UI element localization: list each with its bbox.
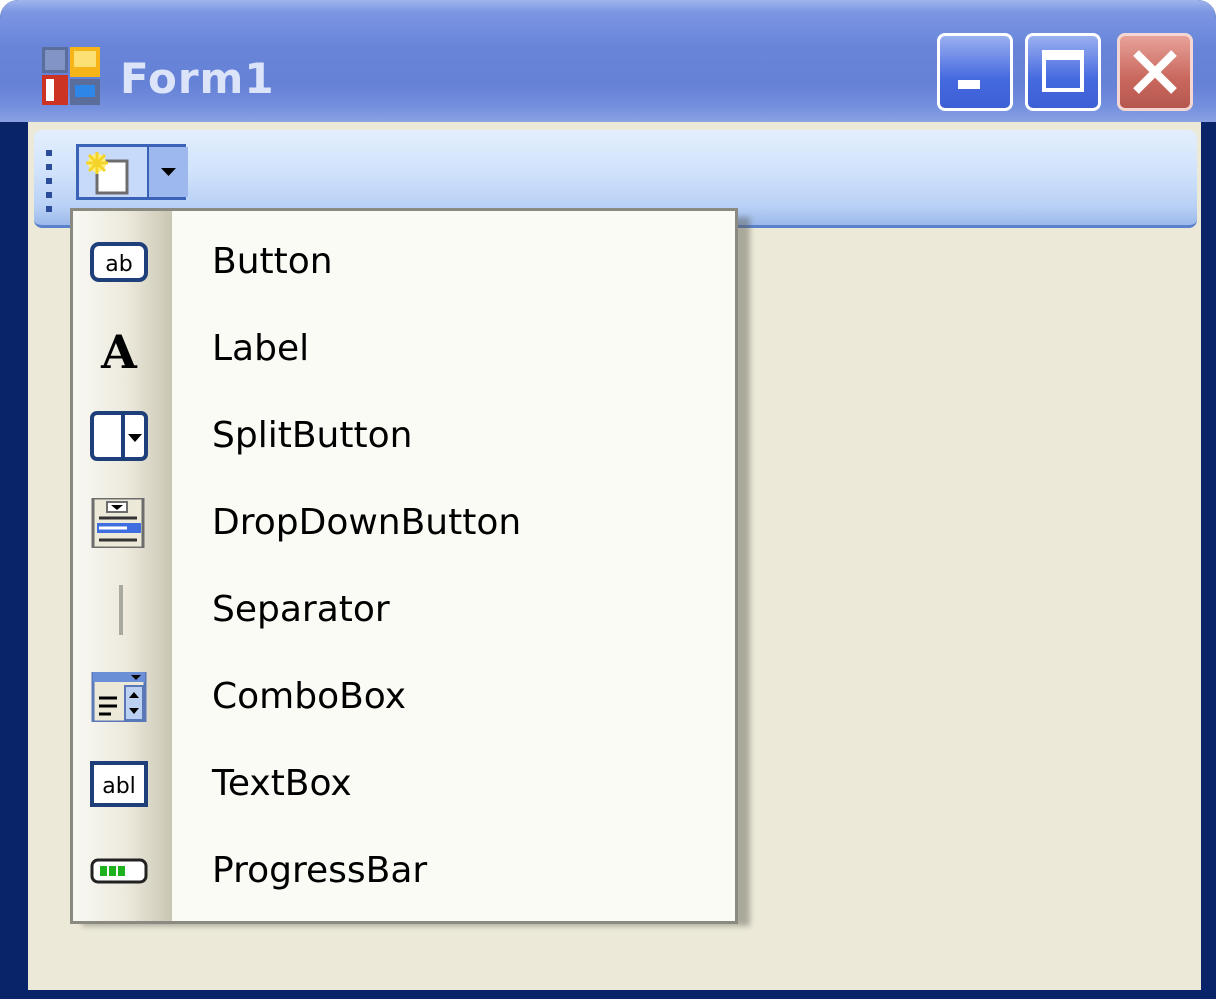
maximize-icon	[1042, 50, 1084, 92]
textbox-icon-glyph: abl	[102, 774, 136, 799]
window-title: Form1	[120, 54, 275, 103]
split-button-icon	[90, 411, 148, 461]
close-icon	[1133, 50, 1177, 94]
separator-icon	[119, 585, 123, 635]
menu-item-label: ComboBox	[212, 676, 407, 717]
menu-item-splitbutton[interactable]: SplitButton	[73, 393, 735, 479]
close-button[interactable]	[1117, 33, 1193, 111]
menu-item-label: TextBox	[212, 763, 352, 804]
menu-item-textbox[interactable]: abl TextBox	[73, 741, 735, 827]
menu-item-label: SplitButton	[212, 415, 413, 456]
menu-item-label: ProgressBar	[212, 850, 428, 891]
menu-item-label: DropDownButton	[212, 502, 522, 543]
toolstrip-grip[interactable]	[46, 150, 54, 212]
minimize-button[interactable]	[937, 33, 1013, 111]
add-toolstrip-item-dropdown[interactable]	[76, 144, 188, 200]
menu-item-label: Label	[212, 328, 310, 369]
menu-item-combobox[interactable]: ComboBox	[73, 654, 735, 740]
progressbar-icon	[90, 858, 148, 884]
chevron-down-icon	[161, 168, 176, 176]
menu-item-label: Button	[212, 241, 333, 282]
menu-item-label[interactable]: A Label	[73, 306, 735, 392]
title-bar[interactable]: Form1	[0, 0, 1216, 122]
form-app-icon	[42, 47, 100, 105]
label-icon: A	[100, 325, 138, 374]
dropdown-button-icon	[91, 498, 145, 548]
menu-item-separator[interactable]: Separator	[73, 567, 735, 653]
add-item-dropdown-menu: ab Button A Label SplitButton DropDownBu…	[70, 208, 738, 924]
combobox-icon	[91, 672, 147, 722]
menu-item-button[interactable]: ab Button	[73, 219, 735, 305]
menu-item-progressbar[interactable]: ProgressBar	[73, 828, 735, 914]
label-icon-glyph: A	[100, 325, 138, 374]
dropdown-arrow-button[interactable]	[147, 147, 188, 197]
textbox-icon: abl	[90, 761, 148, 807]
button-icon: ab	[90, 242, 148, 282]
menu-item-label: Separator	[212, 589, 390, 630]
minimize-icon	[958, 80, 980, 89]
new-item-icon	[86, 152, 129, 195]
maximize-button[interactable]	[1025, 33, 1101, 111]
window-form1: Form1 ab Button A Label SplitButton Drop…	[0, 0, 1216, 999]
menu-item-dropdownbutton[interactable]: DropDownButton	[73, 480, 735, 566]
button-icon-glyph: ab	[105, 252, 132, 277]
